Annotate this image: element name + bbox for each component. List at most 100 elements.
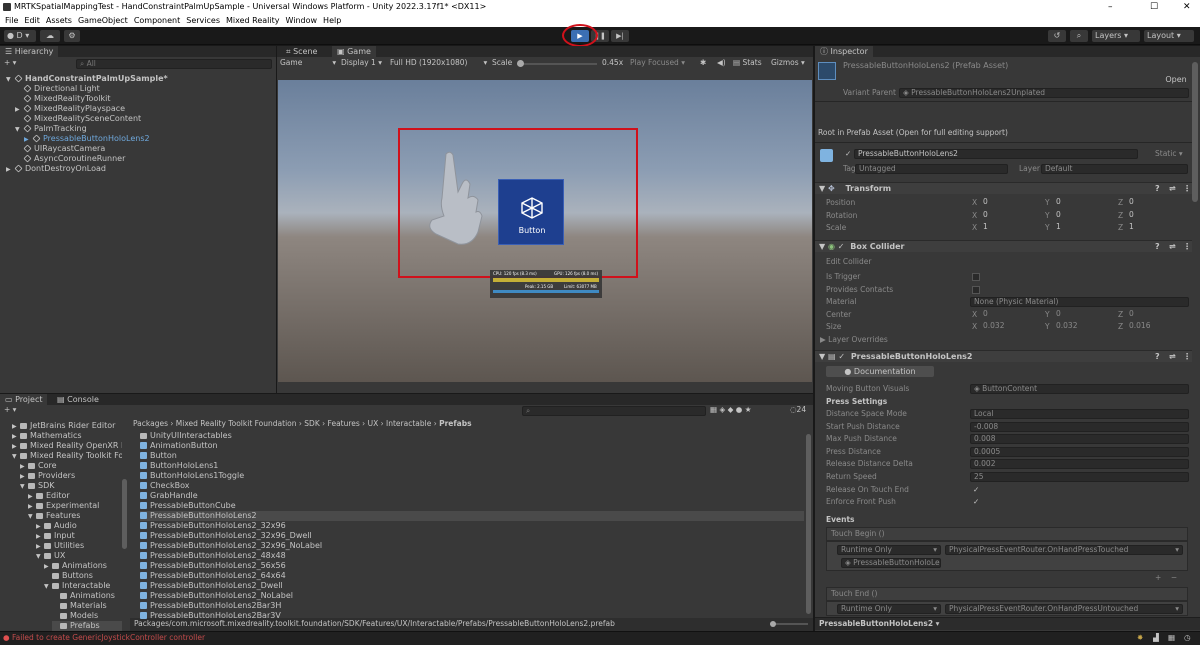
foldout-arrow-icon[interactable]: ▼ <box>36 552 44 561</box>
project-tree-item[interactable]: ▼ Interactable <box>44 581 122 591</box>
breadcrumb-item[interactable]: Prefabs <box>439 419 471 428</box>
status-error-message[interactable]: Failed to create GenericJoystickControll… <box>12 633 205 643</box>
hierarchy-search-input[interactable]: ⌕ All <box>76 59 272 69</box>
foldout-arrow-icon[interactable]: ▶ <box>12 432 20 441</box>
lighting-icon[interactable]: ✸ <box>1137 633 1143 643</box>
project-file-item[interactable]: CheckBox <box>140 481 189 491</box>
active-checkbox[interactable]: ✓ <box>845 149 851 159</box>
press-setting-field[interactable]: 25 <box>970 472 1189 482</box>
documentation-button[interactable]: ● Documentation <box>826 366 934 377</box>
project-tree-item[interactable]: ▶ Utilities <box>36 541 122 551</box>
network-icon[interactable]: ▟ <box>1153 633 1159 643</box>
account-dropdown[interactable]: ● D ▾ <box>4 30 36 42</box>
project-file-item[interactable]: AnimationButton <box>140 441 218 451</box>
foldout-arrow-icon[interactable]: ▼ <box>6 75 15 85</box>
cloud-icon[interactable]: ☁ <box>40 30 60 42</box>
foldout-arrow-icon[interactable]: ▶ <box>36 532 44 541</box>
menu-edit[interactable]: Edit <box>24 14 40 27</box>
tab-game[interactable]: ▣ Game <box>332 46 376 57</box>
menu-gameobject[interactable]: GameObject <box>78 14 128 27</box>
hierarchy-item[interactable]: ▼ PalmTracking <box>15 124 87 134</box>
is-trigger-checkbox[interactable] <box>972 273 980 281</box>
foldout-arrow-icon[interactable]: ▼ <box>12 452 20 461</box>
breadcrumb-item[interactable]: Mixed Reality Toolkit Foundation <box>176 419 297 428</box>
project-file-item[interactable]: PressableButtonHoloLens2 <box>140 511 804 521</box>
event-function-dropdown[interactable]: PhysicalPressEventRouter.OnHandPressUnto… <box>945 604 1183 614</box>
close-button[interactable]: ✕ <box>1183 0 1191 14</box>
project-file-item[interactable]: Button <box>140 451 177 461</box>
project-tree-item[interactable]: Animations <box>52 591 122 601</box>
gizmos-dropdown[interactable]: Gizmos ▾ <box>771 58 805 68</box>
foldout-arrow-icon[interactable]: ▶ <box>36 542 44 551</box>
menu-file[interactable]: File <box>5 14 18 27</box>
breadcrumb-item[interactable]: Packages <box>133 419 168 428</box>
menu-component[interactable]: Component <box>134 14 180 27</box>
tab-scene[interactable]: ⌗ Scene <box>281 46 322 57</box>
foldout-arrow-icon[interactable] <box>52 602 60 611</box>
project-tree-item[interactable]: ▶ Animations <box>44 561 122 571</box>
menu-services[interactable]: Services <box>186 14 220 27</box>
search-icon[interactable]: ⌕ <box>1070 30 1088 42</box>
transform-scale-y-field[interactable]: 1 <box>1053 223 1113 233</box>
menu-help[interactable]: Help <box>323 14 341 27</box>
hierarchy-item[interactable]: ▶ DontDestroyOnLoad <box>6 164 106 174</box>
filter-icons[interactable]: ▦ ◈ ◆ ● ★ <box>710 405 751 415</box>
collider-size-z-field[interactable]: 0.016 <box>1126 322 1186 332</box>
add-event-button[interactable]: + − <box>1155 573 1177 583</box>
project-tree-item[interactable]: ▶ Audio <box>36 521 122 531</box>
foldout-arrow-icon[interactable]: ▶ <box>12 442 20 451</box>
press-setting-field[interactable]: Local <box>970 409 1189 419</box>
runtime-only-dropdown[interactable]: Runtime Only ▾ <box>837 604 941 614</box>
layout-icon[interactable]: ▦ <box>1168 633 1175 643</box>
collider-center-z-field[interactable]: 0 <box>1126 310 1186 320</box>
event-function-dropdown[interactable]: PhysicalPressEventRouter.OnHandPressTouc… <box>945 545 1183 555</box>
foldout-arrow-icon[interactable]: ▼ <box>44 582 52 591</box>
hierarchy-item[interactable]: ▶ PressableButtonHoloLens2 <box>24 134 150 144</box>
breadcrumb-item[interactable]: Features <box>328 419 360 428</box>
event-target-field[interactable]: ◈ PressableButtonHoloLe <box>841 558 941 568</box>
project-file-item[interactable]: UnityUIInteractables <box>140 431 232 441</box>
kebab-menu-icon[interactable]: ⋮ <box>1183 241 1191 253</box>
files-scrollbar[interactable] <box>806 434 811 614</box>
scale-slider-handle[interactable] <box>517 60 524 67</box>
settings-icon[interactable]: ✱ <box>700 58 706 68</box>
collider-center-y-field[interactable]: 0 <box>1053 310 1113 320</box>
inspector-scrollbar[interactable] <box>1192 62 1198 202</box>
help-icon[interactable]: ? <box>1155 351 1160 363</box>
scale-slider[interactable] <box>517 60 597 67</box>
runtime-only-dropdown[interactable]: Runtime Only ▾ <box>837 545 941 555</box>
project-file-item[interactable]: PressableButtonHoloLens2Bar3H <box>140 601 281 611</box>
project-tree-item[interactable]: ▶ Experimental <box>28 501 122 511</box>
collider-size-y-field[interactable]: 0.032 <box>1053 322 1113 332</box>
collider-center-x-field[interactable]: 0 <box>980 310 1040 320</box>
layers-dropdown[interactable]: Layers ▾ <box>1092 30 1140 42</box>
check-icon[interactable]: ◷ <box>1184 633 1191 643</box>
breadcrumb-item[interactable]: Interactable <box>386 419 431 428</box>
tab-project[interactable]: ▭ Project <box>0 394 48 405</box>
help-icon[interactable]: ? <box>1155 183 1160 195</box>
game-viewport[interactable]: Button CPU: 120 fps (8.3 ms) GPU: 126 fp… <box>278 80 812 382</box>
preset-icon[interactable]: ⇌ <box>1169 351 1176 363</box>
project-tree-item[interactable]: ▼ UX <box>36 551 122 561</box>
press-setting-field[interactable]: -0.008 <box>970 421 1189 432</box>
project-file-item[interactable]: PressableButtonHoloLens2_48x48 <box>140 551 286 561</box>
menu-window[interactable]: Window <box>286 14 318 27</box>
project-file-item[interactable]: PressableButtonHoloLens2Bar3V <box>140 611 281 621</box>
hierarchy-item[interactable]: UIRaycastCamera <box>15 144 105 154</box>
preset-icon[interactable]: ⇌ <box>1169 241 1176 253</box>
tab-hierarchy[interactable]: ☰ Hierarchy <box>0 46 59 57</box>
foldout-arrow-icon[interactable] <box>52 622 60 631</box>
press-setting-field[interactable]: 0.008 <box>970 434 1189 445</box>
kebab-menu-icon[interactable]: ⋮ <box>1183 183 1191 195</box>
resolution-dropdown[interactable]: Full HD (1920x1080) ▾ <box>390 58 487 68</box>
tab-inspector[interactable]: ⓘ Inspector <box>815 46 873 57</box>
project-tree-item[interactable]: ▶ Mathematics <box>12 431 122 441</box>
add-icon[interactable]: + ▾ <box>4 58 16 68</box>
material-field[interactable]: None (Physic Material) <box>970 297 1189 307</box>
hierarchy-item[interactable]: ▼ HandConstraintPalmUpSample* <box>6 74 168 84</box>
breadcrumb-item[interactable]: UX <box>368 419 379 428</box>
project-tree-item[interactable]: ▶ Editor <box>28 491 122 501</box>
transform-scale-x-field[interactable]: 1 <box>980 223 1040 233</box>
display-mode-dropdown[interactable]: Game ▾ <box>280 58 336 68</box>
project-tree-item[interactable]: ▶ Core <box>20 461 122 471</box>
